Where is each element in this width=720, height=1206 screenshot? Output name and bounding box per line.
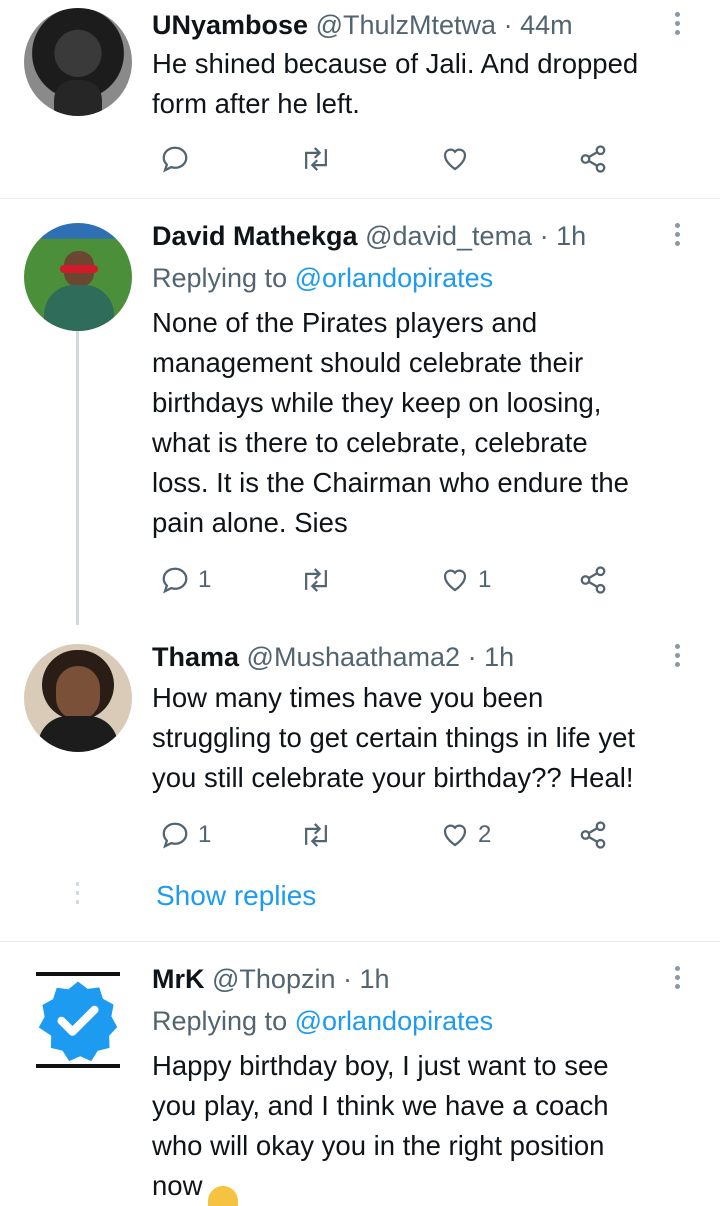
like-count: 1: [478, 566, 492, 593]
reply-button[interactable]: [160, 144, 190, 174]
retweet-button[interactable]: [300, 565, 332, 595]
share-button[interactable]: [578, 144, 608, 174]
separator: ·: [343, 964, 352, 994]
avatar[interactable]: [24, 223, 132, 331]
tweet-text-line: He shined because of Jali. And dropped: [152, 48, 639, 79]
tweet-text-line: None of the Pirates players and: [152, 307, 538, 338]
like-button[interactable]: [440, 144, 470, 174]
author-name[interactable]: UNyambose: [152, 10, 308, 40]
timestamp[interactable]: 1h: [360, 964, 390, 994]
tweet-text-line: who will okay you in the right position: [152, 1130, 605, 1161]
tweet-header: Thama @Mushaathama2 · 1h: [152, 640, 514, 674]
like-button[interactable]: 1: [440, 565, 491, 595]
tweet-text-line: form after he left.: [152, 88, 360, 119]
author-name[interactable]: Thama: [152, 642, 239, 672]
tweet-text: How many times have you been struggling …: [152, 678, 697, 798]
timestamp[interactable]: 1h: [484, 642, 514, 672]
reply-count: 1: [198, 566, 212, 593]
author-handle[interactable]: @Mushaathama2: [247, 642, 461, 672]
heart-icon: [443, 824, 467, 847]
tweet-text-line: now: [152, 1170, 203, 1201]
tweet-text-line: you still celebrate your birthday?? Heal…: [152, 762, 634, 793]
timestamp[interactable]: 1h: [556, 221, 586, 251]
retweet-icon: [305, 823, 327, 847]
replying-prefix: Replying to: [152, 263, 288, 293]
replying-to: Replying to @orlandopirates: [152, 261, 493, 295]
share-button[interactable]: [578, 565, 608, 595]
retweet-icon: [305, 568, 327, 592]
retweet-button[interactable]: [300, 144, 332, 174]
verified-badge-icon: [38, 981, 118, 1062]
timestamp[interactable]: 44m: [520, 10, 573, 40]
avatar[interactable]: [24, 644, 132, 752]
author-name[interactable]: MrK: [152, 964, 205, 994]
share-icon: [580, 821, 606, 849]
replying-prefix: Replying to: [152, 1006, 288, 1036]
tweet-mrk[interactable]: MrK @Thopzin · 1h Replying to @orlandopi…: [0, 942, 720, 1206]
separator: ·: [503, 10, 513, 40]
tweet-david-mathekga[interactable]: David Mathekga @david_tema · 1h Replying…: [0, 199, 720, 625]
tweet-header: UNyambose @ThulzMtetwa · 44m: [152, 8, 573, 42]
author-handle[interactable]: @david_tema: [365, 221, 532, 251]
reply-button[interactable]: 1: [160, 565, 211, 595]
more-options-icon[interactable]: [675, 12, 685, 39]
avatar[interactable]: [24, 8, 132, 116]
tweet-text-line: Happy birthday boy, I just want to see: [152, 1050, 609, 1081]
retweet-button[interactable]: [300, 820, 332, 850]
tweet-text-line: what is there to celebrate, celebrate: [152, 427, 588, 458]
share-button[interactable]: [578, 820, 608, 850]
tweet-text-line: birthdays while they keep on loosing,: [152, 387, 602, 418]
more-options-icon[interactable]: [675, 644, 685, 671]
share-icon: [580, 566, 606, 594]
tweet-thama[interactable]: Thama @Mushaathama2 · 1h How many times …: [0, 630, 720, 940]
tweet-text: None of the Pirates players and manageme…: [152, 303, 697, 543]
separator: ·: [539, 221, 549, 251]
author-name[interactable]: David Mathekga: [152, 221, 358, 251]
retweet-icon: [305, 147, 327, 171]
tweet-unyambose[interactable]: UNyambose @ThulzMtetwa · 44m He shined b…: [0, 0, 720, 198]
tweet-text-line: How many times have you been: [152, 682, 544, 713]
smiling-face-emoji-icon: [208, 1186, 239, 1206]
reply-icon: [162, 822, 188, 849]
thread-line: [76, 331, 79, 625]
tweet-text: He shined because of Jali. And dropped f…: [152, 44, 697, 124]
show-replies-link[interactable]: Show replies: [156, 880, 316, 912]
tweet-header: MrK @Thopzin · 1h: [152, 962, 390, 996]
tweet-text-line: struggling to get certain things in life…: [152, 722, 636, 753]
reply-icon: [162, 146, 188, 173]
tweet-text-line: management should celebrate their: [152, 347, 584, 378]
reply-count: 1: [198, 821, 212, 848]
heart-icon: [443, 148, 467, 171]
tweet-text-line: you play, and I think we have a coach: [152, 1090, 609, 1121]
like-count: 2: [478, 821, 492, 848]
replying-to: Replying to @orlandopirates: [152, 1004, 493, 1038]
heart-icon: [443, 569, 467, 592]
author-handle[interactable]: @Thopzin: [212, 964, 335, 994]
tweet-text-line: pain alone. Sies: [152, 507, 348, 538]
avatar[interactable]: [24, 966, 132, 1074]
more-options-icon[interactable]: [675, 223, 685, 250]
replying-to-link[interactable]: @orlandopirates: [295, 1006, 494, 1036]
author-handle[interactable]: @ThulzMtetwa: [316, 10, 496, 40]
more-replies-indicator: [76, 882, 79, 909]
reply-button[interactable]: 1: [160, 820, 211, 850]
tweet-text: Happy birthday boy, I just want to see y…: [152, 1046, 697, 1206]
replying-to-link[interactable]: @orlandopirates: [295, 263, 494, 293]
share-icon: [580, 145, 606, 173]
separator: ·: [467, 642, 477, 672]
more-options-icon[interactable]: [675, 966, 685, 993]
tweet-text-line: loss. It is the Chairman who endure the: [152, 467, 629, 498]
reply-icon: [162, 567, 188, 594]
tweet-header: David Mathekga @david_tema · 1h: [152, 219, 586, 253]
like-button[interactable]: 2: [440, 820, 491, 850]
